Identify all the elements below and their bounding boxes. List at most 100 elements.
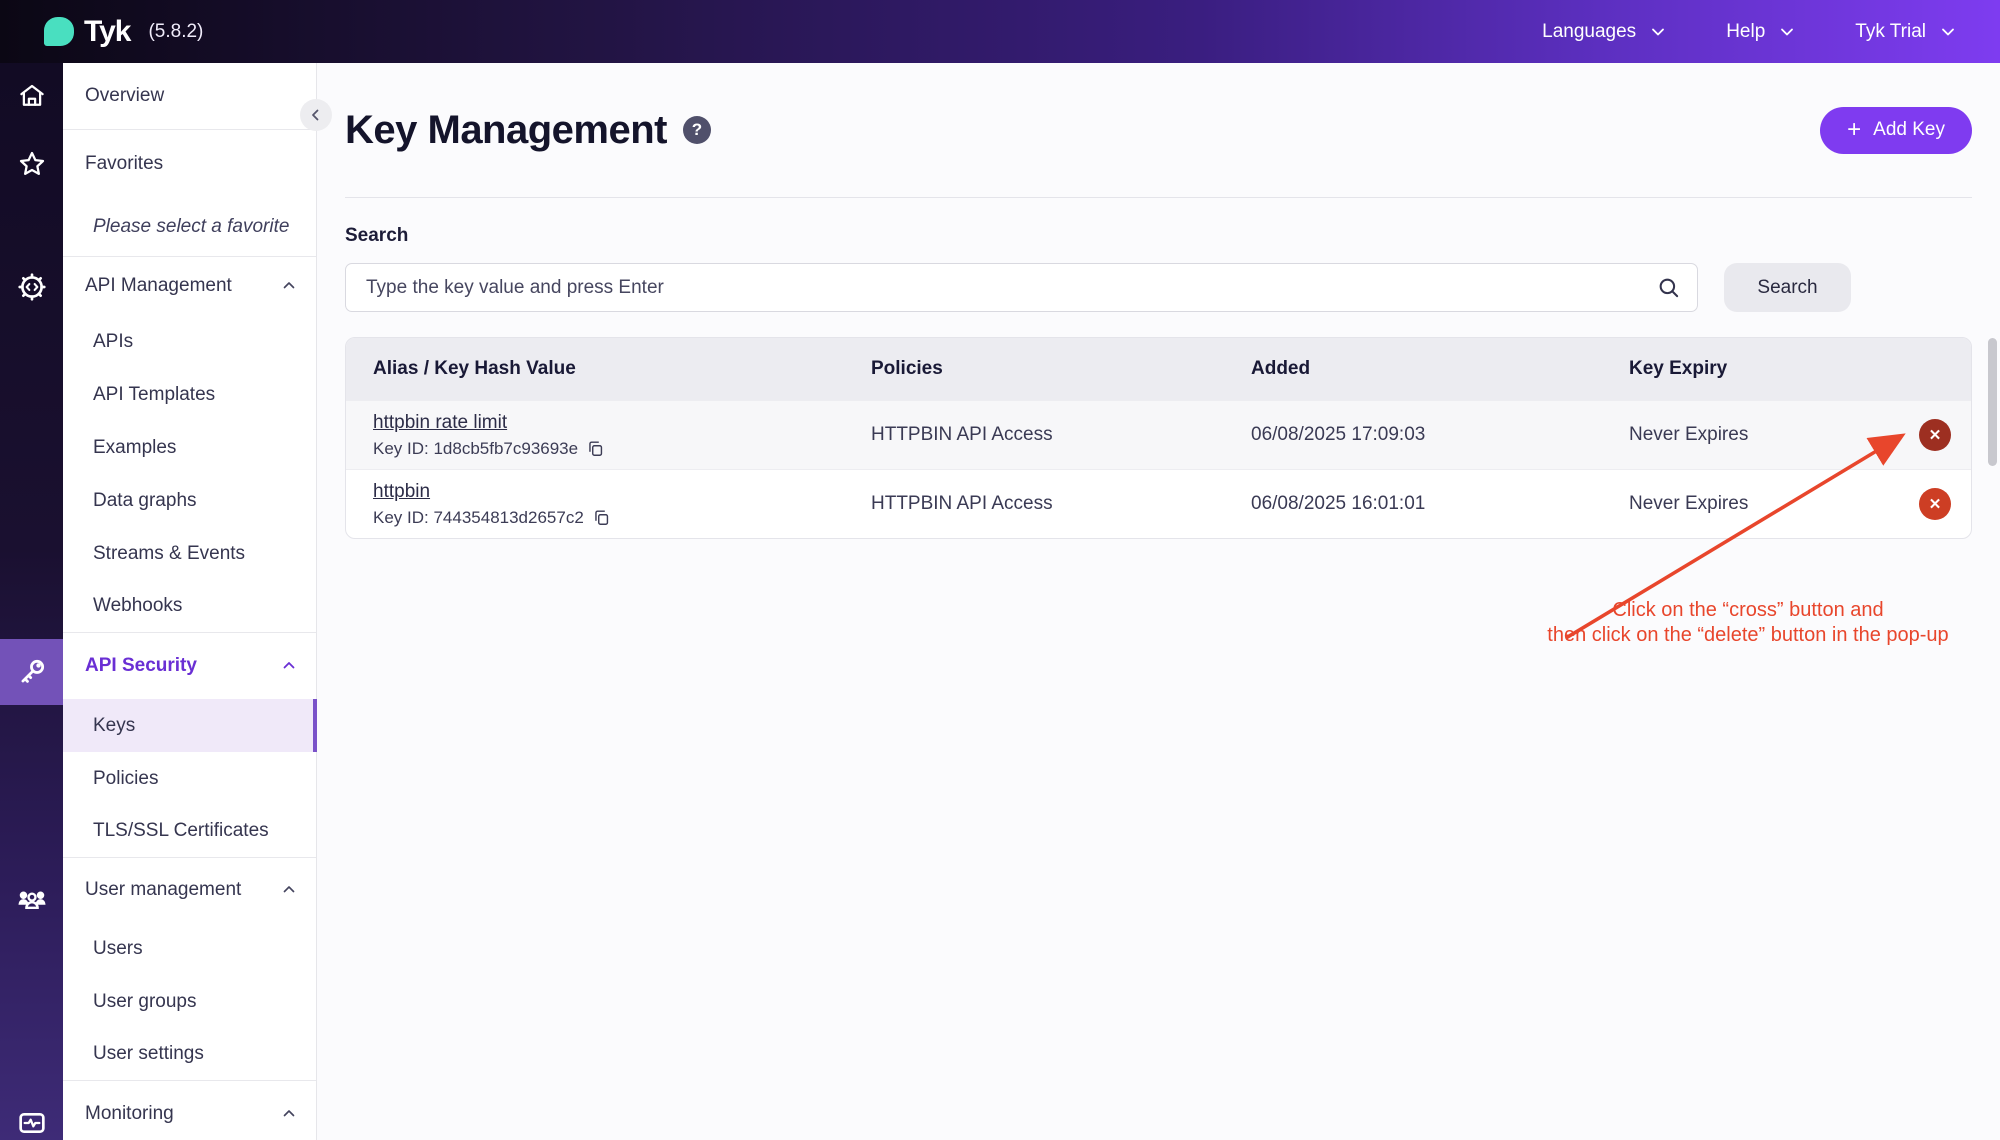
sidebar-section-label: Monitoring — [85, 1103, 174, 1125]
add-key-button[interactable]: + Add Key — [1820, 107, 1972, 154]
help-icon[interactable]: ? — [683, 116, 711, 144]
chevron-up-icon — [280, 881, 298, 899]
sidebar-section-api-security[interactable]: API Security — [63, 633, 316, 699]
sidebar-item-label: User groups — [93, 991, 197, 1013]
sidebar-item-policies[interactable]: Policies — [63, 752, 316, 805]
sidebar-item-label: Webhooks — [93, 595, 182, 617]
add-key-label: Add Key — [1873, 119, 1945, 141]
policy-cell: HTTPBIN API Access — [871, 424, 1251, 446]
languages-menu-label: Languages — [1542, 21, 1636, 43]
sidebar-item-tls-ssl-certificates[interactable]: TLS/SSL Certificates — [63, 805, 316, 858]
page-title: Key Management — [345, 108, 667, 153]
icon-rail — [0, 63, 63, 1140]
sidebar-item-user-groups[interactable]: User groups — [63, 975, 316, 1028]
tyk-logo-icon — [44, 17, 74, 46]
key-icon — [16, 656, 48, 688]
delete-key-button[interactable]: ✕ — [1919, 419, 1951, 451]
sidebar-item-users[interactable]: Users — [63, 922, 316, 975]
monitoring-icon[interactable] — [0, 1107, 63, 1139]
sidebar-item-label: APIs — [93, 331, 133, 353]
sidebar-item-webhooks[interactable]: Webhooks — [63, 580, 316, 633]
search-section-label: Search — [345, 225, 1972, 247]
api-code-icon[interactable] — [0, 271, 63, 303]
sidebar-item-api-templates[interactable]: API Templates — [63, 368, 316, 421]
help-menu-label: Help — [1726, 21, 1765, 43]
chevron-down-icon — [1777, 22, 1797, 42]
column-header-policies: Policies — [871, 358, 1251, 380]
sidebar-item-data-graphs[interactable]: Data graphs — [63, 474, 316, 527]
rail-active-section[interactable] — [0, 639, 63, 705]
sidebar-item-label: Data graphs — [93, 490, 197, 512]
column-header-alias: Alias / Key Hash Value — [346, 358, 871, 380]
copy-icon[interactable] — [592, 508, 611, 527]
key-expiry-cell: Never Expires — [1629, 493, 1879, 515]
sidebar-item-examples[interactable]: Examples — [63, 421, 316, 474]
sidebar-section-label: API Security — [85, 655, 197, 677]
sidebar-item-label: Streams & Events — [93, 543, 245, 565]
help-menu[interactable]: Help — [1726, 21, 1797, 43]
top-bar: Tyk (5.8.2) Languages Help Tyk Trial — [0, 0, 2000, 63]
search-input[interactable] — [345, 263, 1698, 312]
topbar-menus: Languages Help Tyk Trial — [1542, 21, 1958, 43]
added-cell: 06/08/2025 16:01:01 — [1251, 493, 1629, 515]
users-icon[interactable] — [0, 883, 63, 915]
sidebar-item-overview[interactable]: Overview — [63, 63, 316, 130]
languages-menu[interactable]: Languages — [1542, 21, 1668, 43]
star-icon[interactable] — [0, 149, 63, 179]
sidebar-collapse-button[interactable] — [300, 99, 332, 131]
key-alias-link[interactable]: httpbin — [373, 481, 430, 502]
chevron-up-icon — [280, 277, 298, 295]
chevron-up-icon — [280, 657, 298, 675]
sidebar-section-api-management[interactable]: API Management — [63, 257, 316, 315]
tyk-brand: Tyk (5.8.2) — [44, 15, 203, 49]
policy-cell: HTTPBIN API Access — [871, 493, 1251, 515]
annotation-line-2: then click on the “delete” button in the… — [1538, 623, 1958, 648]
annotation-line-1: Click on the “cross” button and — [1538, 598, 1958, 623]
keys-table: Alias / Key Hash Value Policies Added Ke… — [345, 337, 1972, 539]
chevron-up-icon — [280, 1105, 298, 1123]
sidebar-section-monitoring[interactable]: Monitoring — [63, 1081, 316, 1140]
plus-icon: + — [1847, 118, 1861, 142]
sidebar-item-favorites[interactable]: Favorites — [63, 130, 316, 197]
tyk-logo-text: Tyk — [84, 15, 130, 49]
account-menu[interactable]: Tyk Trial — [1855, 21, 1958, 43]
annotation-text: Click on the “cross” button and then cli… — [1538, 598, 1958, 648]
page-header: Key Management ? + Add Key — [345, 63, 1972, 198]
key-expiry-cell: Never Expires — [1629, 424, 1879, 446]
sidebar-item-label: Policies — [93, 768, 158, 790]
sidebar-section-label: API Management — [85, 275, 232, 297]
sidebar-item-apis[interactable]: APIs — [63, 315, 316, 368]
added-cell: 06/08/2025 17:09:03 — [1251, 424, 1629, 446]
sidebar-item-label: Examples — [93, 437, 176, 459]
copy-icon[interactable] — [586, 439, 605, 458]
home-icon[interactable] — [0, 81, 63, 111]
sidebar-item-label: Favorites — [85, 153, 163, 175]
version-label: (5.8.2) — [148, 21, 203, 43]
chevron-down-icon — [1938, 22, 1958, 42]
sidebar-section-label: User management — [85, 879, 241, 901]
sidebar-item-user-settings[interactable]: User settings — [63, 1028, 316, 1081]
sidebar-item-label: Users — [93, 938, 143, 960]
table-row: httpbin Key ID: 744354813d2657c2 HTTPBIN… — [346, 469, 1971, 538]
key-alias-link[interactable]: httpbin rate limit — [373, 412, 507, 433]
sidebar-item-keys[interactable]: Keys — [63, 699, 317, 752]
account-menu-label: Tyk Trial — [1855, 21, 1926, 43]
column-header-key-expiry: Key Expiry — [1629, 358, 1879, 380]
sidebar-item-label: TLS/SSL Certificates — [93, 820, 269, 842]
sidebar-section-user-management[interactable]: User management — [63, 858, 316, 922]
column-header-added: Added — [1251, 358, 1629, 380]
sidebar-item-label: API Templates — [93, 384, 215, 406]
sidebar-item-label: User settings — [93, 1043, 204, 1065]
chevron-down-icon — [1648, 22, 1668, 42]
favorites-empty-hint: Please select a favorite — [63, 197, 316, 257]
sidebar-item-label: Overview — [85, 85, 164, 107]
sidebar-item-streams-events[interactable]: Streams & Events — [63, 527, 316, 580]
table-row: httpbin rate limit Key ID: 1d8cb5fb7c936… — [346, 400, 1971, 469]
sidebar-item-label: Keys — [93, 715, 135, 737]
delete-key-button[interactable]: ✕ — [1919, 488, 1951, 520]
key-id-text: Key ID: 1d8cb5fb7c93693e — [373, 439, 578, 459]
table-header-row: Alias / Key Hash Value Policies Added Ke… — [346, 338, 1971, 400]
key-id-text: Key ID: 744354813d2657c2 — [373, 508, 584, 528]
vertical-scrollbar-thumb[interactable] — [1988, 338, 1997, 466]
search-button[interactable]: Search — [1724, 263, 1851, 312]
